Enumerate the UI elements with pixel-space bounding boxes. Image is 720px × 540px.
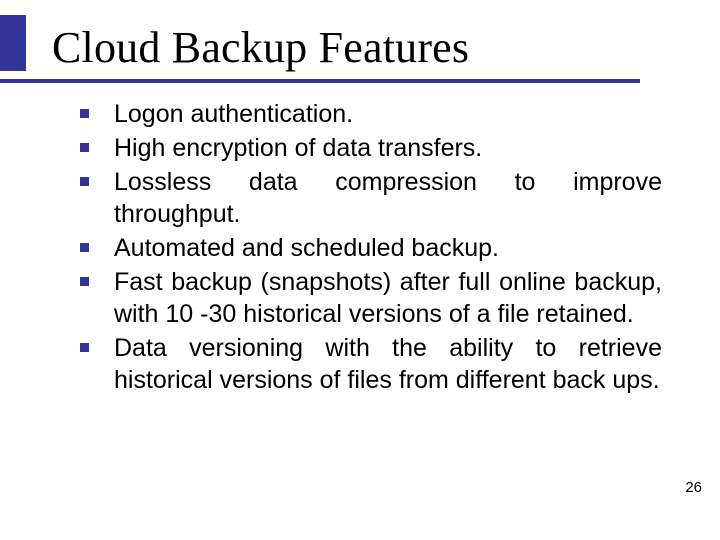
list-item: Lossless data compression to improve thr… <box>72 166 662 230</box>
slide-body: Logon authentication. High encryption of… <box>72 98 662 398</box>
page-number: 26 <box>685 479 702 496</box>
list-item: Data versioning with the ability to retr… <box>72 332 662 396</box>
bullet-list: Logon authentication. High encryption of… <box>72 98 662 396</box>
title-underline <box>0 79 640 83</box>
slide-title: Cloud Backup Features <box>42 22 682 73</box>
list-item: Automated and scheduled backup. <box>72 232 662 264</box>
list-item: Logon authentication. <box>72 98 662 130</box>
list-item: Fast backup (snapshots) after full onlin… <box>72 266 662 330</box>
title-block: Cloud Backup Features <box>42 22 682 83</box>
title-accent-gap <box>26 15 36 71</box>
slide: Cloud Backup Features Logon authenticati… <box>0 0 720 540</box>
title-accent-bar <box>0 15 26 71</box>
list-item: High encryption of data transfers. <box>72 132 662 164</box>
